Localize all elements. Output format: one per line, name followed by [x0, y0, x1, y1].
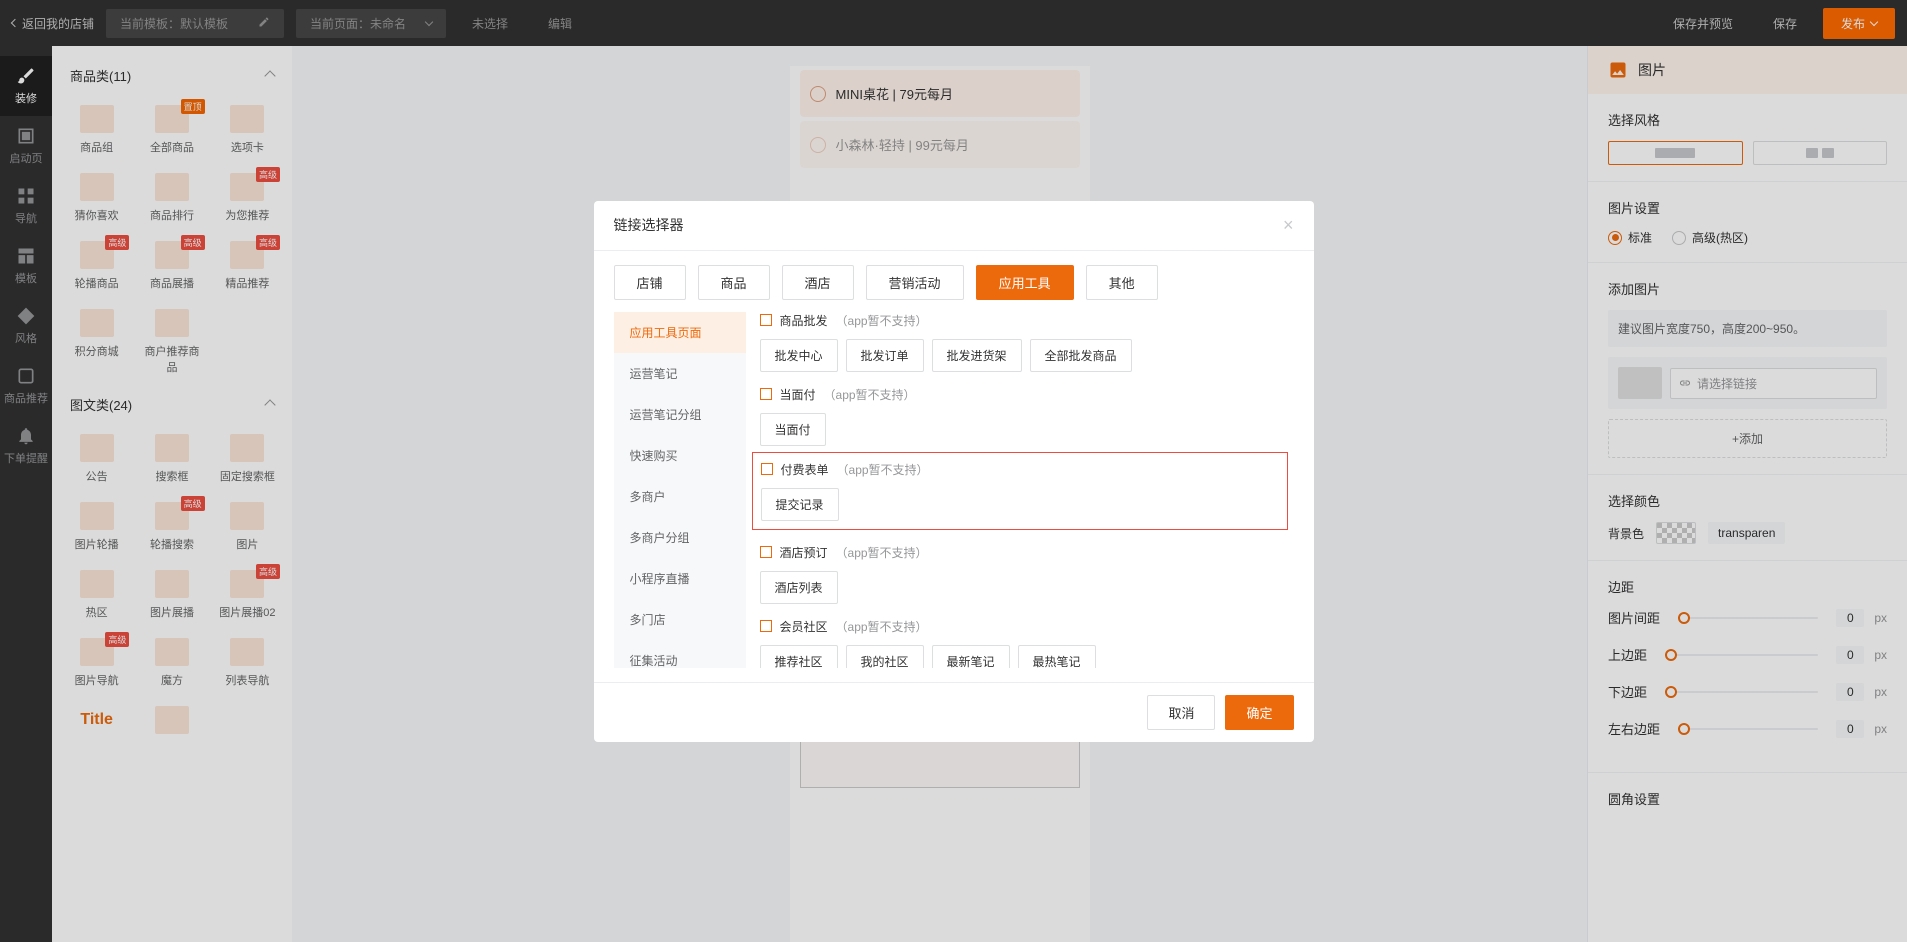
group-note: （app暂不支持） [836, 544, 928, 561]
chip-hottest-notes[interactable]: 最热笔记 [1018, 645, 1096, 668]
modal-content: 商品批发 （app暂不支持） 批发中心 批发订单 批发进货架 全部批发商品 当面付… [746, 312, 1294, 668]
group-title: 酒店预订 [780, 544, 828, 561]
sidenav-collect[interactable]: 征集活动 [614, 640, 746, 668]
group-title: 当面付 [780, 386, 816, 403]
tab-shop[interactable]: 店铺 [614, 265, 686, 300]
group-title: 会员社区 [780, 618, 828, 635]
group-icon [760, 314, 772, 326]
chip-face-pay[interactable]: 当面付 [760, 413, 826, 446]
group-icon [761, 463, 773, 475]
chip-all-wholesale[interactable]: 全部批发商品 [1030, 339, 1132, 372]
modal-side-nav: 应用工具页面 运营笔记 运营笔记分组 快速购买 多商户 多商户分组 小程序直播 … [614, 312, 746, 668]
group-note: （app暂不支持） [824, 386, 916, 403]
group-note: （app暂不支持） [836, 312, 928, 329]
modal-body: 应用工具页面 运营笔记 运营笔记分组 快速购买 多商户 多商户分组 小程序直播 … [594, 312, 1314, 682]
chip-rec-community[interactable]: 推荐社区 [760, 645, 838, 668]
group-hotel-book: 酒店预订 （app暂不支持） 酒店列表 [760, 544, 1280, 604]
confirm-button[interactable]: 确定 [1225, 695, 1293, 730]
tab-product[interactable]: 商品 [698, 265, 770, 300]
tab-other[interactable]: 其他 [1086, 265, 1158, 300]
group-note: （app暂不支持） [836, 618, 928, 635]
modal-tabs: 店铺 商品 酒店 营销活动 应用工具 其他 [594, 251, 1314, 312]
group-icon [760, 388, 772, 400]
chip-submit-record[interactable]: 提交记录 [761, 488, 839, 521]
sidenav-multi-merchant[interactable]: 多商户 [614, 476, 746, 517]
sidenav-op-notes[interactable]: 运营笔记 [614, 353, 746, 394]
cancel-button[interactable]: 取消 [1147, 695, 1215, 730]
chip-wholesale-shelf[interactable]: 批发进货架 [932, 339, 1022, 372]
tab-apps[interactable]: 应用工具 [976, 265, 1074, 300]
chip-wholesale-orders[interactable]: 批发订单 [846, 339, 924, 372]
tab-hotel[interactable]: 酒店 [782, 265, 854, 300]
group-icon [760, 546, 772, 558]
modal-overlay: 链接选择器 × 店铺 商品 酒店 营销活动 应用工具 其他 应用工具页面 运营笔… [0, 0, 1907, 942]
group-wholesale: 商品批发 （app暂不支持） 批发中心 批发订单 批发进货架 全部批发商品 [760, 312, 1280, 372]
sidenav-mini-live[interactable]: 小程序直播 [614, 558, 746, 599]
group-title: 商品批发 [780, 312, 828, 329]
close-icon[interactable]: × [1283, 215, 1294, 236]
link-selector-modal: 链接选择器 × 店铺 商品 酒店 营销活动 应用工具 其他 应用工具页面 运营笔… [594, 201, 1314, 742]
chip-wholesale-center[interactable]: 批发中心 [760, 339, 838, 372]
group-paid-form: 付费表单 （app暂不支持） 提交记录 [761, 461, 1279, 521]
group-icon [760, 620, 772, 632]
modal-title: 链接选择器 [614, 215, 684, 235]
chip-latest-notes[interactable]: 最新笔记 [932, 645, 1010, 668]
group-note: （app暂不支持） [837, 461, 929, 478]
chip-my-community[interactable]: 我的社区 [846, 645, 924, 668]
group-member-comm: 会员社区 （app暂不支持） 推荐社区 我的社区 最新笔记 最热笔记 [760, 618, 1280, 668]
modal-footer: 取消 确定 [594, 682, 1314, 742]
modal-header: 链接选择器 × [594, 201, 1314, 251]
sidenav-op-notes-group[interactable]: 运营笔记分组 [614, 394, 746, 435]
chip-hotel-list[interactable]: 酒店列表 [760, 571, 838, 604]
sidenav-multi-merchant-group[interactable]: 多商户分组 [614, 517, 746, 558]
group-title: 付费表单 [781, 461, 829, 478]
sidenav-quick-buy[interactable]: 快速购买 [614, 435, 746, 476]
sidenav-app-pages[interactable]: 应用工具页面 [614, 312, 746, 353]
group-face-pay: 当面付 （app暂不支持） 当面付 [760, 386, 1280, 446]
sidenav-multi-store[interactable]: 多门店 [614, 599, 746, 640]
tab-marketing[interactable]: 营销活动 [866, 265, 964, 300]
highlight-paid-form: 付费表单 （app暂不支持） 提交记录 [752, 452, 1288, 530]
